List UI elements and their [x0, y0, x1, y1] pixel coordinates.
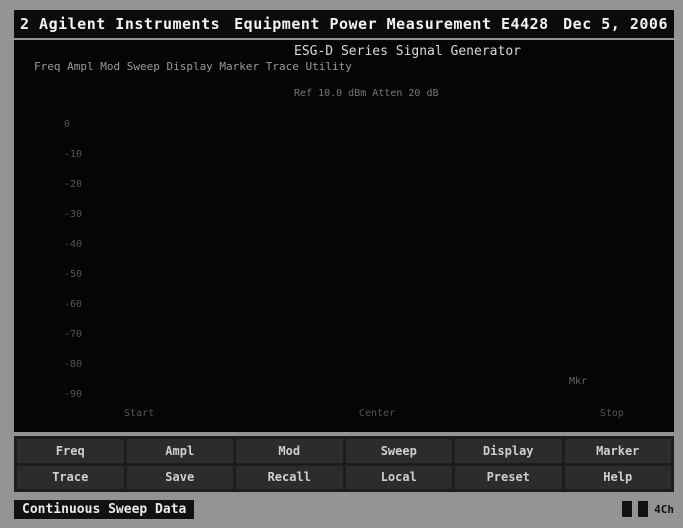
marker-readout: Mkr — [569, 376, 588, 387]
fkey-mod[interactable]: Mod — [236, 439, 343, 463]
fkey-trace[interactable]: Trace — [17, 465, 124, 489]
fkey-freq[interactable]: Freq — [17, 439, 124, 463]
column-markers: Start Center Stop — [124, 408, 624, 419]
col-marker: Start — [124, 408, 155, 419]
row-marker: 0 — [64, 119, 71, 130]
status-indicators: 4Ch — [622, 501, 674, 517]
indicator-block-icon — [638, 501, 649, 517]
status-bar: Continuous Sweep Data 4Ch — [14, 496, 674, 522]
indicator-block-icon — [622, 501, 633, 517]
fkey-help[interactable]: Help — [564, 465, 671, 489]
display-header: ESG-D Series Signal Generator — [294, 44, 521, 59]
display-menu-line: Freq Ampl Mod Sweep Display Marker Trace… — [34, 60, 352, 73]
display-reference-line: Ref 10.0 dBm Atten 20 dB — [294, 88, 439, 99]
title-date: Dec 5, 2006 — [563, 15, 668, 33]
row-markers: 0 -10 -20 -30 -40 -50 -60 -70 -80 -90 — [64, 110, 82, 410]
col-marker: Center — [358, 408, 396, 419]
fkey-recall[interactable]: Recall — [236, 465, 343, 489]
row-marker: -70 — [64, 329, 83, 340]
row-marker: -60 — [64, 299, 83, 310]
instrument-display: ESG-D Series Signal Generator Freq Ampl … — [14, 40, 674, 432]
fkey-save[interactable]: Save — [126, 465, 233, 489]
fkey-ampl[interactable]: Ampl — [126, 439, 233, 463]
col-marker: Stop — [599, 408, 624, 419]
fkey-preset[interactable]: Preset — [455, 465, 562, 489]
function-key-panel: Freq Ampl Mod Sweep Display Marker Trace… — [14, 436, 674, 492]
title-center: Equipment Power Measurement E4428 — [234, 15, 549, 33]
title-left: 2 Agilent Instruments — [20, 15, 221, 33]
row-marker: -50 — [64, 269, 83, 280]
fkey-marker[interactable]: Marker — [564, 439, 671, 463]
row-marker: -20 — [64, 179, 83, 190]
row-marker: -10 — [64, 149, 83, 160]
row-marker: -80 — [64, 359, 83, 370]
title-bar: 2 Agilent Instruments Equipment Power Me… — [14, 10, 674, 38]
row-marker: -90 — [64, 389, 83, 400]
status-text: Continuous Sweep Data — [14, 499, 195, 519]
fkey-local[interactable]: Local — [345, 465, 452, 489]
row-marker: -40 — [64, 239, 83, 250]
status-channel-label: 4Ch — [654, 502, 674, 516]
row-marker: -30 — [64, 209, 83, 220]
fkey-display[interactable]: Display — [455, 439, 562, 463]
screen: 2 Agilent Instruments Equipment Power Me… — [0, 0, 683, 528]
fkey-sweep[interactable]: Sweep — [345, 439, 452, 463]
